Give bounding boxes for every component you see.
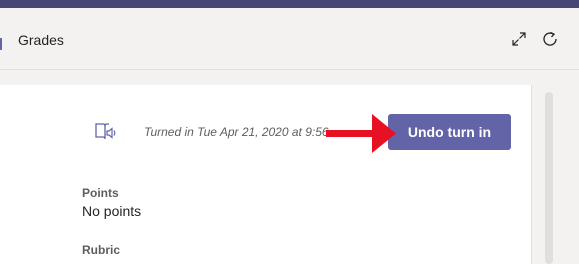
header-accent [0,38,2,50]
red-arrow-annotation [326,114,396,153]
points-value: No points [82,203,142,219]
turned-in-status: Turned in Tue Apr 21, 2020 at 9:56 [144,125,329,139]
header: Grades [0,8,579,70]
submission-card [0,85,532,264]
undo-turn-in-button[interactable]: Undo turn in [388,114,511,150]
app-top-bar [0,0,579,8]
expand-icon[interactable] [510,30,528,48]
immersive-reader-icon[interactable] [94,121,118,143]
points-label: Points [82,186,119,200]
scrollbar-thumb[interactable] [545,92,553,264]
page-title: Grades [18,32,64,48]
rubric-label: Rubric [82,243,121,257]
refresh-icon[interactable] [541,30,559,48]
